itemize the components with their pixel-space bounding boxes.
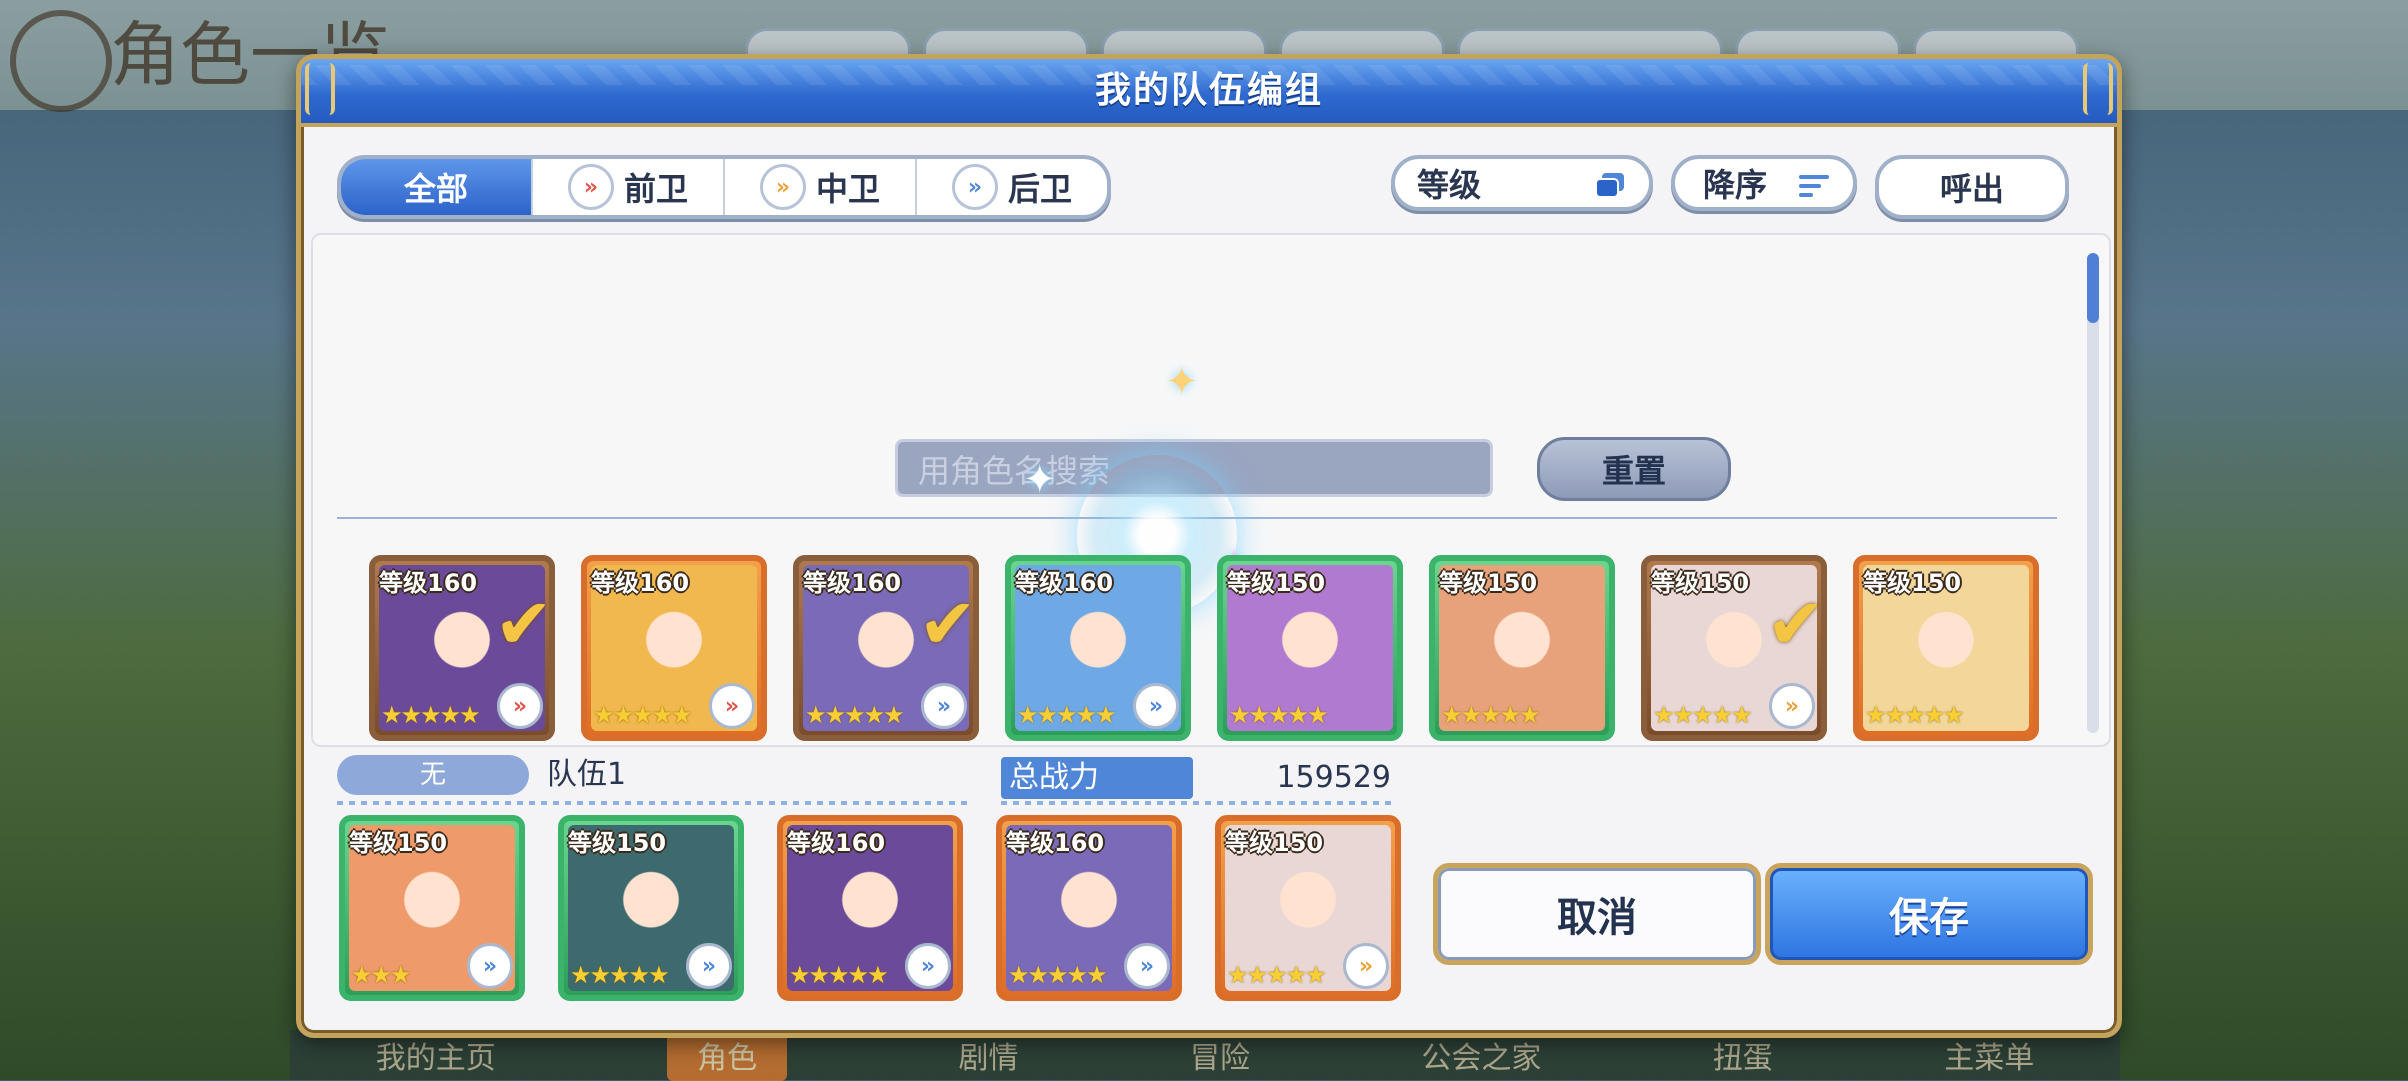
roster-card[interactable]: 等级160 ★★★★★ » <box>581 555 767 741</box>
sparkle-icon: ✦ <box>1165 359 1199 405</box>
level-label: 等级160 <box>591 569 690 597</box>
front-role-icon: » <box>567 164 614 210</box>
team-member-card[interactable]: 等级150 ★★★ » <box>339 815 525 1001</box>
roster-card[interactable]: 等级160 ★★★★★ » <box>1005 555 1191 741</box>
tab-back[interactable]: » 后卫 <box>915 159 1107 215</box>
checkmark-icon: ✔ <box>494 583 553 665</box>
level-label: 等级150 <box>568 829 667 857</box>
star-rating: ★★★★★ <box>1441 701 1541 729</box>
team-member-card[interactable]: 等级160 ★★★★★ » <box>777 815 963 1001</box>
level-label: 等级160 <box>787 829 886 857</box>
dotted-divider <box>337 801 969 805</box>
sort-order-button[interactable]: 降序 <box>1671 155 1857 211</box>
scrollbar[interactable] <box>2087 253 2099 733</box>
star-rating: ★★★★★ <box>1229 701 1329 729</box>
star-rating: ★★★★★ <box>789 961 889 989</box>
back-role-icon: » <box>905 943 951 989</box>
level-label: 等级150 <box>349 829 448 857</box>
roster-card[interactable]: 等级150 ★★★★★ <box>1217 555 1403 741</box>
nav-story[interactable]: 剧情 <box>959 1033 1019 1077</box>
team-edit-dialog: 我的队伍编组 全部 » 前卫 » 中卫 » 后卫 等级 降序 呼出 用角色名搜索 重置… <box>296 54 2122 1038</box>
sparkle-icon: ✦ <box>1023 457 1057 503</box>
dotted-divider <box>1001 801 1393 805</box>
mid-role-icon: » <box>1769 683 1815 729</box>
front-role-icon: » <box>709 683 755 729</box>
mid-role-icon: » <box>1343 943 1389 989</box>
back-role-icon: » <box>1124 943 1170 989</box>
roster-card[interactable]: 等级160 ★★★★★ » ✔ <box>369 555 555 741</box>
nav-gacha[interactable]: 扭蛋 <box>1713 1033 1773 1077</box>
star-rating: ★★★★★ <box>593 701 693 729</box>
roster-card[interactable]: 等级150 ★★★★★ <box>1429 555 1615 741</box>
level-label: 等级160 <box>1006 829 1105 857</box>
front-role-icon: » <box>497 683 543 729</box>
checkmark-icon: ✔ <box>918 583 977 665</box>
level-label: 等级160 <box>379 569 478 597</box>
sort-field-button[interactable]: 等级 <box>1391 155 1653 211</box>
nav-menu[interactable]: 主菜单 <box>1944 1033 2034 1077</box>
cancel-button[interactable]: 取消 <box>1433 863 1761 965</box>
middle-role-icon: » <box>759 164 806 210</box>
save-button[interactable]: 保存 <box>1765 863 2093 965</box>
star-rating: ★★★★★ <box>1653 701 1753 729</box>
nav-guild[interactable]: 公会之家 <box>1421 1033 1541 1077</box>
tab-all[interactable]: 全部 <box>341 159 531 215</box>
roster-card[interactable]: 等级160 ★★★★★ » ✔ <box>793 555 979 741</box>
star-rating: ★★★★★ <box>805 701 905 729</box>
sort-desc-icon <box>1799 175 1829 197</box>
reset-button[interactable]: 重置 <box>1537 437 1731 501</box>
star-rating: ★★★ <box>351 961 412 989</box>
total-power-value: 159529 <box>1276 760 1391 795</box>
tab-front[interactable]: » 前卫 <box>531 159 723 215</box>
level-label: 等级150 <box>1225 829 1324 857</box>
star-rating: ★★★★★ <box>381 701 481 729</box>
layers-icon <box>1595 173 1624 198</box>
roster-card[interactable]: 等级150 ★★★★★ <box>1853 555 2039 741</box>
dialog-title: 我的队伍编组 <box>1094 70 1323 111</box>
total-power-label: 总战力 <box>1001 757 1193 799</box>
star-rating: ★★★★★ <box>1227 961 1327 989</box>
level-label: 等级150 <box>1651 569 1750 597</box>
back-role-icon: » <box>951 164 998 210</box>
team-name[interactable]: 队伍1 <box>547 755 626 795</box>
level-label: 等级160 <box>803 569 902 597</box>
team-member-card[interactable]: 等级150 ★★★★★ » <box>1215 815 1401 1001</box>
back-role-icon: » <box>467 943 513 989</box>
tab-middle[interactable]: » 中卫 <box>723 159 915 215</box>
scrollbar-thumb[interactable] <box>2087 253 2099 323</box>
team-member-card[interactable]: 等级160 ★★★★★ » <box>996 815 1182 1001</box>
team-member-card[interactable]: 等级150 ★★★★★ » <box>558 815 744 1001</box>
star-rating: ★★★★★ <box>1865 701 1965 729</box>
star-rating: ★★★★★ <box>570 961 670 989</box>
back-role-icon: » <box>686 943 732 989</box>
star-rating: ★★★★★ <box>1008 961 1108 989</box>
back-role-icon: » <box>921 683 967 729</box>
back-role-icon: » <box>1133 683 1179 729</box>
level-label: 等级150 <box>1439 569 1538 597</box>
level-label: 等级160 <box>1015 569 1114 597</box>
roster-card[interactable]: 等级150 ★★★★★ » ✔ <box>1641 555 1827 741</box>
level-label: 等级150 <box>1227 569 1326 597</box>
team-tag[interactable]: 无 <box>337 755 529 795</box>
role-filter-tabs: 全部 » 前卫 » 中卫 » 后卫 <box>337 155 1111 219</box>
checkmark-icon: ✔ <box>1766 583 1825 665</box>
call-button[interactable]: 呼出 <box>1875 155 2069 219</box>
level-label: 等级150 <box>1863 569 1962 597</box>
nav-adventure[interactable]: 冒险 <box>1190 1033 1250 1077</box>
star-rating: ★★★★★ <box>1017 701 1117 729</box>
nav-home[interactable]: 我的主页 <box>376 1033 496 1077</box>
